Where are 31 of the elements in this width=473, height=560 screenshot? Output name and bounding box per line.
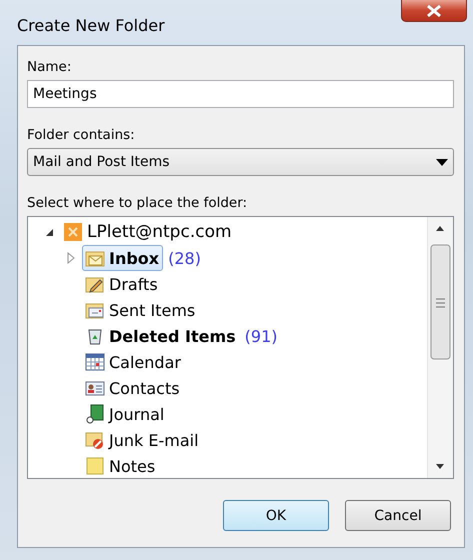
name-input-field[interactable]: Meetings — [27, 80, 454, 108]
mailbox-icon — [63, 222, 83, 242]
unread-count: (91) — [244, 326, 278, 346]
folder-item[interactable]: Inbox — [82, 245, 164, 271]
cancel-button[interactable]: Cancel — [345, 500, 451, 531]
folder-item[interactable]: Journal — [82, 401, 168, 427]
folder-item[interactable]: Deleted Items — [82, 323, 240, 349]
folder-item[interactable]: Contacts — [82, 375, 184, 401]
folder-item[interactable]: Junk E-mail — [82, 427, 203, 453]
vertical-scrollbar[interactable] — [427, 217, 453, 478]
folder-item[interactable]: Sent Items — [82, 297, 200, 323]
blocked-folder-icon — [85, 430, 105, 450]
unread-count: (28) — [168, 248, 201, 268]
field-label: Name: — [27, 59, 72, 75]
folder-item[interactable]: Calendar — [82, 349, 185, 375]
window-title: Create New Folder — [17, 16, 165, 35]
field-label: Select where to place the folder: — [27, 195, 248, 211]
folder-item[interactable]: LPlett@ntpc.com — [60, 219, 236, 245]
dropdown-caret-icon — [436, 158, 448, 166]
journal-book-icon — [85, 404, 105, 424]
folder-contains-dropdown[interactable]: Mail and Post Items — [27, 148, 454, 176]
close-icon — [425, 4, 443, 18]
field-label: Folder contains: — [27, 127, 136, 143]
sticky-note-icon — [85, 456, 105, 476]
close-button[interactable] — [401, 0, 467, 22]
folder-item[interactable]: Notes — [82, 453, 160, 479]
calendar-icon — [85, 352, 105, 372]
ok-button[interactable]: OK — [223, 500, 329, 531]
expanded-triangle-icon[interactable] — [44, 228, 54, 236]
folder-item[interactable]: Drafts — [82, 271, 162, 297]
collapsed-triangle-icon[interactable] — [67, 252, 75, 264]
